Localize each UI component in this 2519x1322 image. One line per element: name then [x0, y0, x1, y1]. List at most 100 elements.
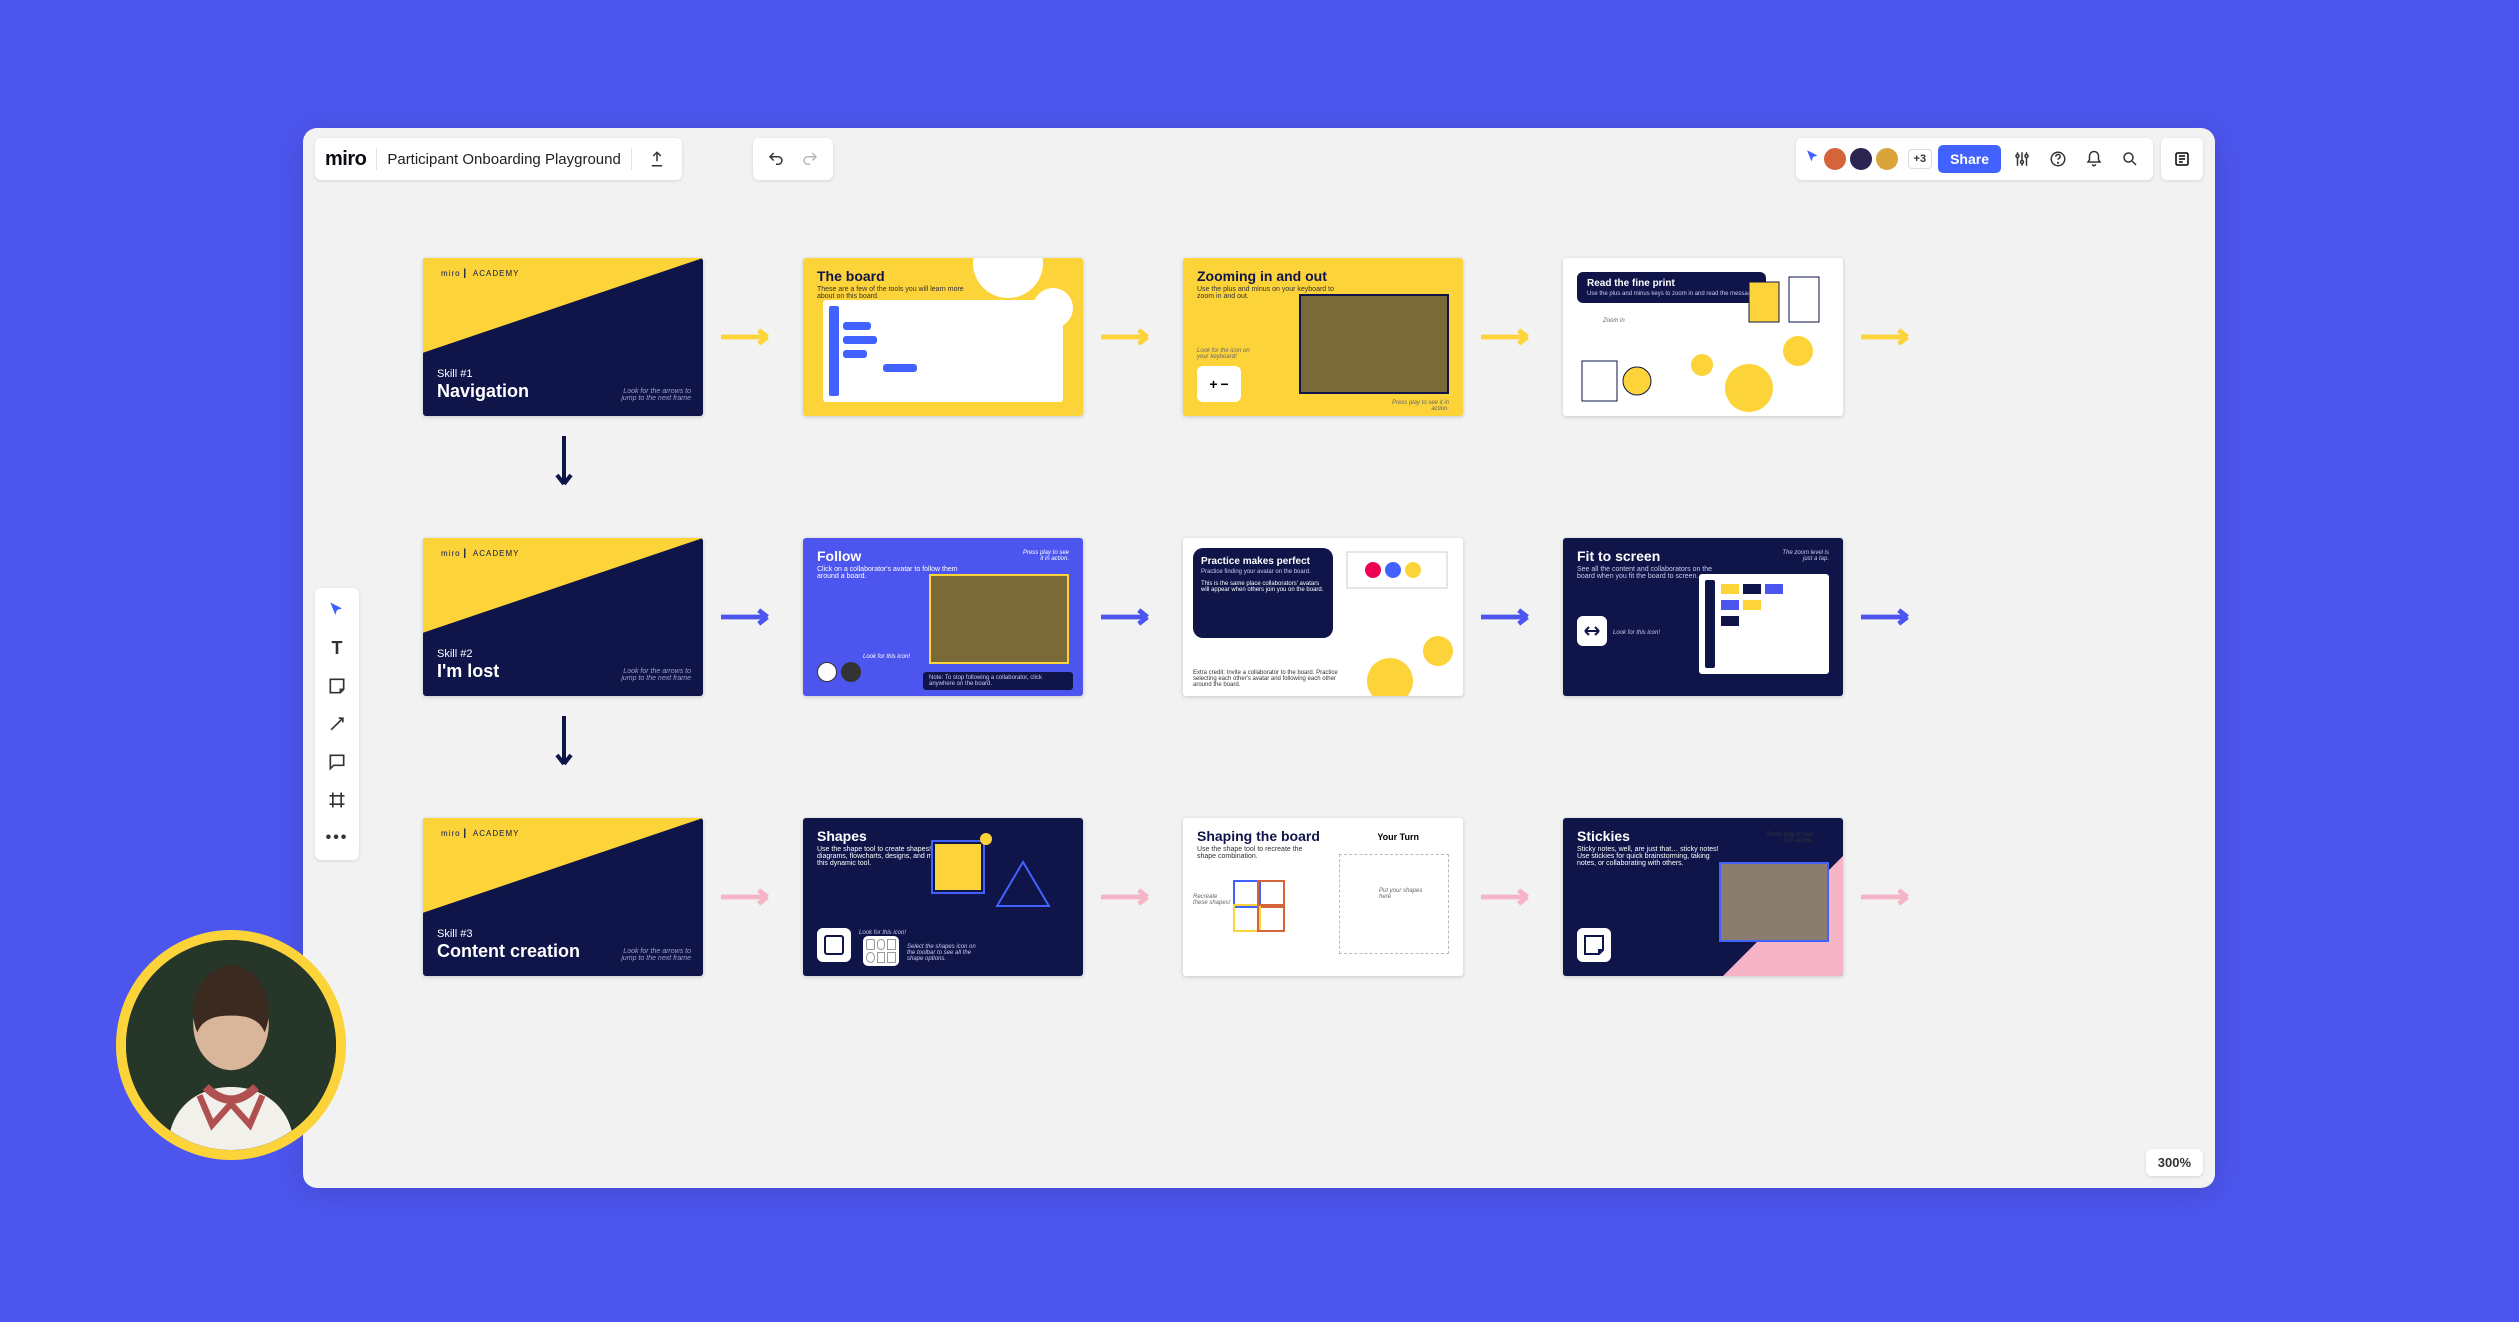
arrow-icon — [1481, 888, 1539, 906]
skill-label: Skill #1 — [437, 368, 472, 380]
tool-text-icon[interactable]: T — [323, 634, 351, 662]
extra-text: Extra credit: Invite a collaborator to t… — [1193, 670, 1343, 688]
canvas[interactable]: miro | ACADEMY Skill #1 Navigation Look … — [423, 258, 2195, 1148]
tool-frame-icon[interactable] — [323, 786, 351, 814]
presenter-avatar — [116, 930, 346, 1160]
hint-text: Press play to see it in action. — [1389, 400, 1449, 412]
settings-icon[interactable] — [2007, 144, 2037, 174]
miro-logo[interactable]: miro — [325, 148, 366, 171]
frame-skill1-title[interactable]: miro | ACADEMY Skill #1 Navigation Look … — [423, 258, 703, 416]
help-icon[interactable] — [2043, 144, 2073, 174]
divider — [376, 148, 377, 170]
topbar-left: miro Participant Onboarding Playground — [315, 138, 682, 180]
frame-the-board[interactable]: The board These are a few of the tools y… — [803, 258, 1083, 416]
arrow-icon — [1481, 608, 1539, 626]
tool-sticky-icon[interactable] — [323, 672, 351, 700]
share-button[interactable]: Share — [1938, 145, 2001, 173]
frame-practice[interactable]: Practice makes perfect Practice finding … — [1183, 538, 1463, 696]
arrow-icon — [1861, 328, 1919, 346]
arrow-down-icon — [555, 716, 573, 776]
card-subtitle: Use the shape tool to recreate the shape… — [1197, 846, 1317, 860]
tool-comment-icon[interactable] — [323, 748, 351, 776]
card-subtitle: Use the plus and minus keys to zoom in a… — [1587, 291, 1756, 297]
skill-name: Content creation — [437, 941, 580, 962]
collaborator-overflow[interactable]: +3 — [1908, 149, 1933, 169]
card-title: Stickies — [1577, 828, 1630, 844]
search-icon[interactable] — [2115, 144, 2145, 174]
hint-text: Recreate these shapes! — [1193, 894, 1231, 906]
sticky-tool-icon — [1577, 928, 1611, 962]
undo-icon[interactable] — [761, 144, 791, 174]
skill-name: I'm lost — [437, 661, 499, 682]
card-title: The board — [817, 268, 885, 284]
arrow-icon — [1101, 608, 1159, 626]
zoom-level[interactable]: 300% — [2146, 1149, 2203, 1176]
arrow-down-icon — [555, 436, 573, 496]
arrow-icon — [1101, 328, 1159, 346]
frame-fine-print[interactable]: Read the fine print Use the plus and min… — [1563, 258, 1843, 416]
frame-follow[interactable]: Follow Click on a collaborator's avatar … — [803, 538, 1083, 696]
cursor-icon[interactable] — [1804, 148, 1822, 171]
collaborator-avatar[interactable] — [1848, 146, 1874, 172]
frame-fit-to-screen[interactable]: Fit to screen See all the content and co… — [1563, 538, 1843, 696]
hint-text: Look for the arrows to jump to the next … — [611, 668, 691, 682]
card-title: Shaping the board — [1197, 828, 1320, 844]
frame-skill3-title[interactable]: miro | ACADEMY Skill #3 Content creation… — [423, 818, 703, 976]
card-title-box: Read the fine print Use the plus and min… — [1577, 272, 1766, 303]
keyboard-icon: +− — [1197, 366, 1241, 402]
collab-group: +3 Share — [1796, 138, 2153, 180]
card-title: Zooming in and out — [1197, 268, 1327, 284]
hint-text: Put your shapes here — [1379, 888, 1423, 900]
arrow-icon — [1101, 888, 1159, 906]
shape-tool-icon — [817, 928, 851, 962]
your-turn-label: Your Turn — [1377, 832, 1419, 842]
skill-label: Skill #3 — [437, 928, 472, 940]
undo-redo-group — [753, 138, 833, 180]
card-subtitle: Practice finding your avatar on the boar… — [1201, 569, 1325, 575]
arrow-icon — [1481, 328, 1539, 346]
note-text: Note: To stop following a collaborator, … — [923, 672, 1073, 690]
frame-shapes[interactable]: Shapes Use the shape tool to create shap… — [803, 818, 1083, 976]
left-toolbar: T ••• — [315, 588, 359, 860]
skill-label: Skill #2 — [437, 648, 472, 660]
tool-more-icon[interactable]: ••• — [323, 824, 351, 852]
activity-icon[interactable] — [2161, 138, 2203, 180]
arrow-icon — [1861, 888, 1919, 906]
card-title: Shapes — [817, 828, 867, 844]
export-icon[interactable] — [642, 144, 672, 174]
hint-text: Look for the arrows to jump to the next … — [611, 388, 691, 402]
academy-label: ACADEMY — [473, 269, 520, 278]
tool-line-icon[interactable] — [323, 710, 351, 738]
card-title: Fit to screen — [1577, 548, 1660, 564]
arrow-icon — [721, 608, 779, 626]
collaborator-avatar[interactable] — [1874, 146, 1900, 172]
miro-board-window: miro Participant Onboarding Playground +… — [303, 128, 2215, 1188]
arrow-icon — [721, 888, 779, 906]
topbar-right: +3 Share — [1796, 138, 2203, 180]
hint-text: Look for the icon on your keyboard! — [1197, 348, 1257, 360]
card-title: Read the fine print — [1587, 278, 1756, 289]
board-title[interactable]: Participant Onboarding Playground — [387, 151, 620, 168]
frame-stickies[interactable]: Stickies Sticky notes, well, are just th… — [1563, 818, 1843, 976]
notifications-icon[interactable] — [2079, 144, 2109, 174]
card-title: Follow — [817, 548, 861, 564]
miro-label: miro — [441, 269, 461, 278]
hint-text: The zoom level is just a tap. — [1779, 550, 1829, 562]
frame-skill2-title[interactable]: miro | ACADEMY Skill #2 I'm lost Look fo… — [423, 538, 703, 696]
frame-shaping-board[interactable]: Shaping the board Use the shape tool to … — [1183, 818, 1463, 976]
skill-name: Navigation — [437, 381, 529, 402]
miro-label: miro — [441, 829, 461, 838]
card-title: Practice makes perfect — [1201, 556, 1325, 567]
miro-label: miro — [441, 549, 461, 558]
card-subtitle: These are a few of the tools you will le… — [817, 286, 967, 300]
hint-text: Select the shapes icon on the toolbar to… — [907, 944, 977, 962]
collaborator-avatar[interactable] — [1822, 146, 1848, 172]
hint-text: Look for this icon! — [1613, 630, 1660, 636]
hint-text: Look for the arrows to jump to the next … — [611, 948, 691, 962]
redo-icon[interactable] — [795, 144, 825, 174]
zoom-label: Zoom in — [1603, 318, 1625, 324]
tool-select-icon[interactable] — [323, 596, 351, 624]
academy-label: ACADEMY — [473, 549, 520, 558]
frame-zooming[interactable]: Zooming in and out Use the plus and minu… — [1183, 258, 1463, 416]
hint-text: Press play to see it in action. — [1763, 832, 1813, 844]
